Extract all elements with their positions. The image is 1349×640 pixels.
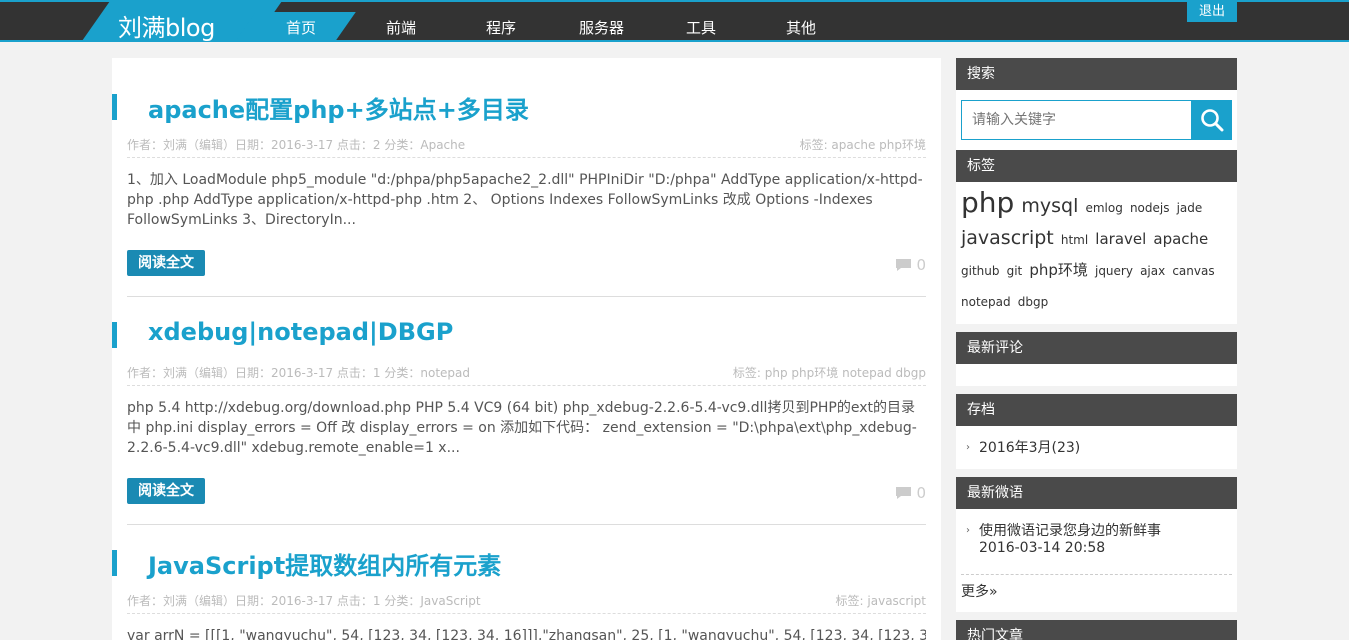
- tag-link[interactable]: dbgp: [1018, 295, 1048, 309]
- tag-link[interactable]: apache: [1153, 230, 1208, 248]
- tag-link[interactable]: git: [1007, 264, 1023, 278]
- post-excerpt: var arrN = [[[1, "wangyuchu", 54, [123, …: [127, 628, 926, 640]
- twitter-box: › 使用微语记录您身边的新鲜事 2016-03-14 20:58 更多»: [956, 509, 1237, 612]
- post-list: apache配置php+多站点+多目录 作者：刘满（编辑）日期：2016-3-1…: [112, 58, 941, 640]
- post-title[interactable]: xdebug|notepad|DBGP: [148, 318, 453, 346]
- archive-heading: 存档: [956, 394, 1237, 426]
- post-meta-info: 作者：刘满（编辑）日期：2016-3-17 点击：2 分类：Apache: [127, 138, 466, 152]
- post-divider: [127, 524, 926, 525]
- search-input[interactable]: [961, 100, 1193, 140]
- tag-link[interactable]: html: [1061, 233, 1088, 247]
- tag-link[interactable]: php环境: [1029, 261, 1088, 279]
- tag-link[interactable]: notepad: [961, 295, 1011, 309]
- tags-heading: 标签: [956, 150, 1237, 182]
- nav-frontend[interactable]: 前端: [386, 17, 416, 38]
- title-accent-bar: [112, 94, 117, 120]
- nav-home[interactable]: 首页: [286, 17, 316, 38]
- tag-link[interactable]: jade: [1177, 201, 1203, 215]
- tag-link[interactable]: javascript: [961, 227, 1054, 249]
- search-box: [956, 90, 1237, 150]
- comment-icon: [896, 487, 912, 499]
- chevron-right-icon: ›: [966, 442, 970, 453]
- nav-server[interactable]: 服务器: [579, 17, 624, 38]
- tag-cloud-box: php mysql emlog nodejs jade javascript h…: [956, 182, 1237, 324]
- tag-link[interactable]: mysql: [1021, 195, 1078, 217]
- tag-link[interactable]: php: [961, 186, 1014, 219]
- post-meta: 作者：刘满（编辑）日期：2016-3-17 点击：2 分类：Apache 标签:…: [127, 136, 926, 158]
- twitter-heading: 最新微语: [956, 477, 1237, 509]
- tag-link[interactable]: ajax: [1140, 264, 1165, 278]
- post-divider: [127, 296, 926, 297]
- post-title[interactable]: apache配置php+多站点+多目录: [148, 90, 529, 125]
- comment-count-value: 0: [916, 256, 926, 274]
- twitter-divider: [961, 574, 1232, 575]
- top-navbar: 刘满blog 首页 前端 程序 服务器 工具 其他 退出: [0, 0, 1349, 42]
- comment-count-value: 0: [916, 484, 926, 502]
- nav-other[interactable]: 其他: [786, 17, 816, 38]
- search-button[interactable]: [1191, 100, 1232, 140]
- tag-link[interactable]: laravel: [1095, 230, 1146, 248]
- post-tags[interactable]: 标签: apache php环境: [800, 136, 926, 153]
- site-logo[interactable]: 刘满blog: [118, 8, 215, 43]
- tag-link[interactable]: github: [961, 264, 999, 278]
- post-meta: 作者：刘满（编辑）日期：2016-3-17 点击：1 分类：notepad 标签…: [127, 364, 926, 386]
- latest-comments-box: [956, 364, 1237, 386]
- tag-cloud: php mysql emlog nodejs jade javascript h…: [961, 188, 1231, 317]
- post-meta-info: 作者：刘满（编辑）日期：2016-3-17 点击：1 分类：notepad: [127, 366, 470, 380]
- post-tags[interactable]: 标签: javascript: [836, 592, 926, 609]
- search-heading: 搜索: [956, 58, 1237, 90]
- post-excerpt: php 5.4 http://xdebug.org/download.php P…: [127, 400, 917, 456]
- comment-count[interactable]: 0: [895, 484, 926, 502]
- post-meta-info: 作者：刘满（编辑）日期：2016-3-17 点击：1 分类：JavaScript: [127, 594, 481, 608]
- title-accent-bar: [112, 322, 117, 348]
- post-title[interactable]: JavaScript提取数组内所有元素: [148, 546, 501, 581]
- archive-box: › 2016年3月(23): [956, 426, 1237, 469]
- more-link[interactable]: 更多»: [961, 581, 998, 601]
- chevron-right-icon: ›: [966, 525, 970, 536]
- latest-comments-heading: 最新评论: [956, 332, 1237, 364]
- read-more-button[interactable]: 阅读全文: [127, 250, 205, 276]
- comment-icon: [896, 259, 912, 271]
- nav-program[interactable]: 程序: [486, 17, 516, 38]
- post-tags[interactable]: 标签: php php环境 notepad dbgp: [733, 364, 926, 381]
- hot-posts-heading: 热门文章: [956, 620, 1237, 640]
- comment-count[interactable]: 0: [895, 256, 926, 274]
- post-excerpt: 1、加入 LoadModule php5_module "d:/phpa/php…: [127, 172, 923, 228]
- tag-link[interactable]: canvas: [1172, 264, 1214, 278]
- logout-button[interactable]: 退出: [1187, 2, 1237, 22]
- post-meta: 作者：刘满（编辑）日期：2016-3-17 点击：1 分类：JavaScript…: [127, 592, 926, 614]
- title-accent-bar: [112, 550, 117, 576]
- search-icon: [1200, 109, 1223, 132]
- tag-link[interactable]: jquery: [1095, 264, 1133, 278]
- nav-tools[interactable]: 工具: [686, 17, 716, 38]
- tag-link[interactable]: nodejs: [1130, 201, 1170, 215]
- twitter-date: 2016-03-14 20:58: [979, 540, 1106, 556]
- read-more-button[interactable]: 阅读全文: [127, 478, 205, 504]
- tag-link[interactable]: emlog: [1085, 201, 1122, 215]
